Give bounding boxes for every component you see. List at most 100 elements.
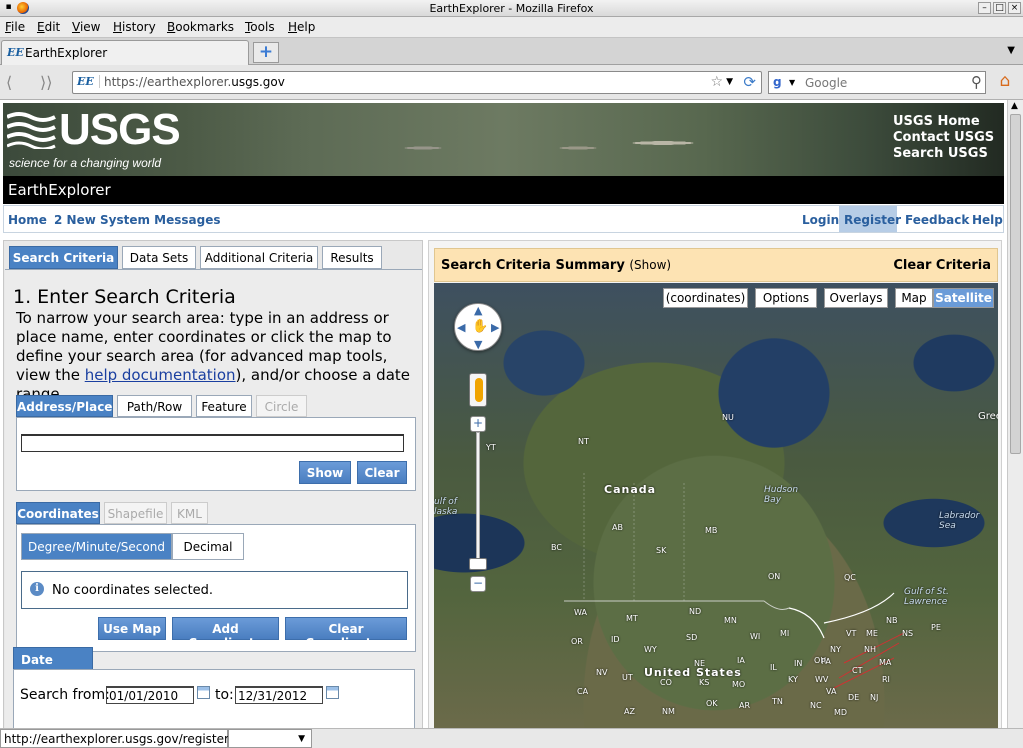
satellite-map[interactable]: ▲ ▼ ◀ ▶ ✋ + − (coordinates) Options Over…	[434, 283, 998, 728]
forward-arrow-icon[interactable]: ⟩⟩	[40, 73, 52, 92]
search-placeholder[interactable]: Google	[805, 76, 847, 90]
page-viewport: USGS science for a changing world USGS H…	[0, 100, 1023, 728]
menu-tools[interactable]: Tools	[245, 20, 275, 34]
new-tab-button[interactable]: +	[253, 42, 279, 63]
menu-bookmarks[interactable]: Bookmarks	[167, 20, 234, 34]
summary-title: Search Criteria Summary (Show)	[441, 258, 672, 273]
login-link[interactable]: Login	[802, 213, 839, 227]
coordinates-box: Degree/Minute/Second Decimal i No coordi…	[16, 524, 416, 652]
menu-history[interactable]: History	[113, 20, 156, 34]
street-view-pegman-icon[interactable]	[469, 373, 487, 407]
date-range-heading[interactable]: Date Range	[13, 647, 93, 681]
search-engine-dropdown-icon[interactable]: ▼	[789, 78, 795, 87]
scroll-up-icon[interactable]: ▲	[1011, 101, 1018, 111]
clear-coordinates-button[interactable]: Clear Coordinates	[285, 617, 407, 650]
add-coordinate-button[interactable]: Add Coordinate	[172, 617, 279, 650]
map-label-province: ON	[768, 572, 781, 581]
tab-address-place[interactable]: Address/Place	[16, 395, 113, 417]
map-label-state: KY	[788, 675, 798, 684]
map-label-province: YT	[486, 443, 496, 452]
page-scrollbar[interactable]: ▲	[1007, 100, 1023, 728]
summary-show-link[interactable]: (Show)	[629, 258, 671, 272]
zoom-slider-knob[interactable]	[469, 558, 487, 570]
url-text[interactable]: https://earthexplorer.usgs.gov	[104, 75, 285, 89]
hand-icon[interactable]: ✋	[472, 319, 488, 334]
app-title: EarthExplorer	[3, 176, 1004, 204]
minimize-icon[interactable]: –	[978, 2, 991, 14]
reload-icon[interactable]: ⟳	[743, 73, 756, 91]
show-button[interactable]: Show	[299, 461, 351, 484]
contact-usgs-link[interactable]: Contact USGS	[893, 130, 994, 146]
navigation-toolbar: ⟨ ⟩⟩ EE https://earthexplorer.usgs.gov ☆…	[0, 65, 1023, 100]
map-type-button[interactable]: Map	[895, 288, 933, 308]
menu-file[interactable]: File	[5, 20, 25, 34]
degree-minute-second-toggle[interactable]: Degree/Minute/Second	[21, 533, 172, 560]
zoom-slider-track[interactable]	[476, 432, 480, 560]
maximize-icon[interactable]: □	[993, 2, 1006, 14]
address-input[interactable]	[21, 434, 404, 452]
search-usgs-link[interactable]: Search USGS	[893, 146, 994, 162]
tab-shapefile[interactable]: Shapefile	[104, 502, 167, 524]
tab-search-criteria[interactable]: Search Criteria	[9, 246, 118, 269]
site-identity-icon[interactable]: EE	[77, 75, 100, 88]
back-arrow-icon[interactable]: ⟨	[6, 73, 12, 92]
bookmark-star-icon[interactable]: ☆	[710, 74, 723, 90]
search-box[interactable]: g ▼ Google ⚲	[768, 71, 986, 94]
calendar-from-icon[interactable]	[197, 686, 210, 699]
menu-help[interactable]: Help	[288, 20, 315, 34]
overlays-map-button[interactable]: Overlays	[824, 288, 888, 308]
pan-up-icon[interactable]: ▲	[474, 304, 482, 317]
tab-circle[interactable]: Circle	[256, 395, 307, 417]
date-from-input[interactable]: 01/01/2010	[106, 686, 194, 704]
tab-coordinates[interactable]: Coordinates	[16, 502, 100, 524]
calendar-to-icon[interactable]	[326, 686, 339, 699]
map-label-state: ID	[611, 635, 620, 644]
tab-kml[interactable]: KML	[171, 502, 208, 524]
use-map-button[interactable]: Use Map	[98, 617, 166, 640]
url-bar[interactable]: EE https://earthexplorer.usgs.gov ☆ ▼ ⟳	[72, 71, 762, 94]
date-to-input[interactable]: 12/31/2012	[235, 686, 323, 704]
satellite-type-button[interactable]: Satellite	[933, 288, 994, 308]
search-icon[interactable]: ⚲	[971, 73, 982, 91]
clear-button[interactable]: Clear	[357, 461, 407, 484]
home-link[interactable]: Home	[8, 213, 47, 227]
system-messages-link[interactable]: 2 New System Messages	[54, 213, 220, 227]
help-link[interactable]: Help	[972, 213, 1003, 227]
coordinates-map-button[interactable]: (coordinates)	[663, 288, 748, 308]
map-label-state: UT	[622, 673, 633, 682]
pan-left-icon[interactable]: ◀	[457, 321, 465, 334]
map-label-state: NH	[864, 645, 876, 654]
close-icon[interactable]: ×	[1008, 2, 1021, 14]
scrollbar-thumb[interactable]	[1010, 114, 1021, 454]
pan-down-icon[interactable]: ▼	[474, 338, 482, 351]
menu-view[interactable]: View	[72, 20, 100, 34]
zoom-in-icon[interactable]: +	[470, 416, 486, 432]
options-map-button[interactable]: Options	[755, 288, 817, 308]
tab-feature[interactable]: Feature	[196, 395, 252, 417]
zoom-control[interactable]: + −	[469, 416, 487, 596]
map-label-state: CT	[852, 666, 863, 675]
home-icon[interactable]: ⌂	[994, 71, 1016, 93]
menu-edit[interactable]: Edit	[37, 20, 60, 34]
tab-data-sets[interactable]: Data Sets	[122, 246, 196, 269]
usgs-logo[interactable]: USGS science for a changing world	[6, 105, 181, 170]
browser-tab[interactable]: EE EarthExplorer	[1, 40, 249, 65]
google-icon[interactable]: g	[773, 75, 782, 89]
url-history-dropdown-icon[interactable]: ▼	[726, 77, 733, 87]
clear-criteria-link[interactable]: Clear Criteria	[893, 258, 991, 273]
tab-list-dropdown-icon[interactable]: ▼	[1007, 45, 1015, 56]
tab-results[interactable]: Results	[322, 246, 382, 269]
tab-path-row[interactable]: Path/Row	[117, 395, 192, 417]
map-label-state: NM	[662, 707, 675, 716]
pan-control[interactable]: ▲ ▼ ◀ ▶ ✋	[454, 303, 502, 351]
status-dropdown-icon[interactable]: ▼	[228, 729, 312, 748]
usgs-home-link[interactable]: USGS Home	[893, 114, 994, 130]
zoom-out-icon[interactable]: −	[470, 576, 486, 592]
help-documentation-link[interactable]: help documentation	[85, 366, 236, 384]
decimal-toggle[interactable]: Decimal	[172, 533, 244, 560]
register-link[interactable]: Register	[844, 213, 901, 227]
tab-bar: EE EarthExplorer + ▼	[0, 38, 1023, 65]
pan-right-icon[interactable]: ▶	[491, 321, 499, 334]
tab-additional-criteria[interactable]: Additional Criteria	[200, 246, 318, 269]
feedback-link[interactable]: Feedback	[905, 213, 969, 227]
